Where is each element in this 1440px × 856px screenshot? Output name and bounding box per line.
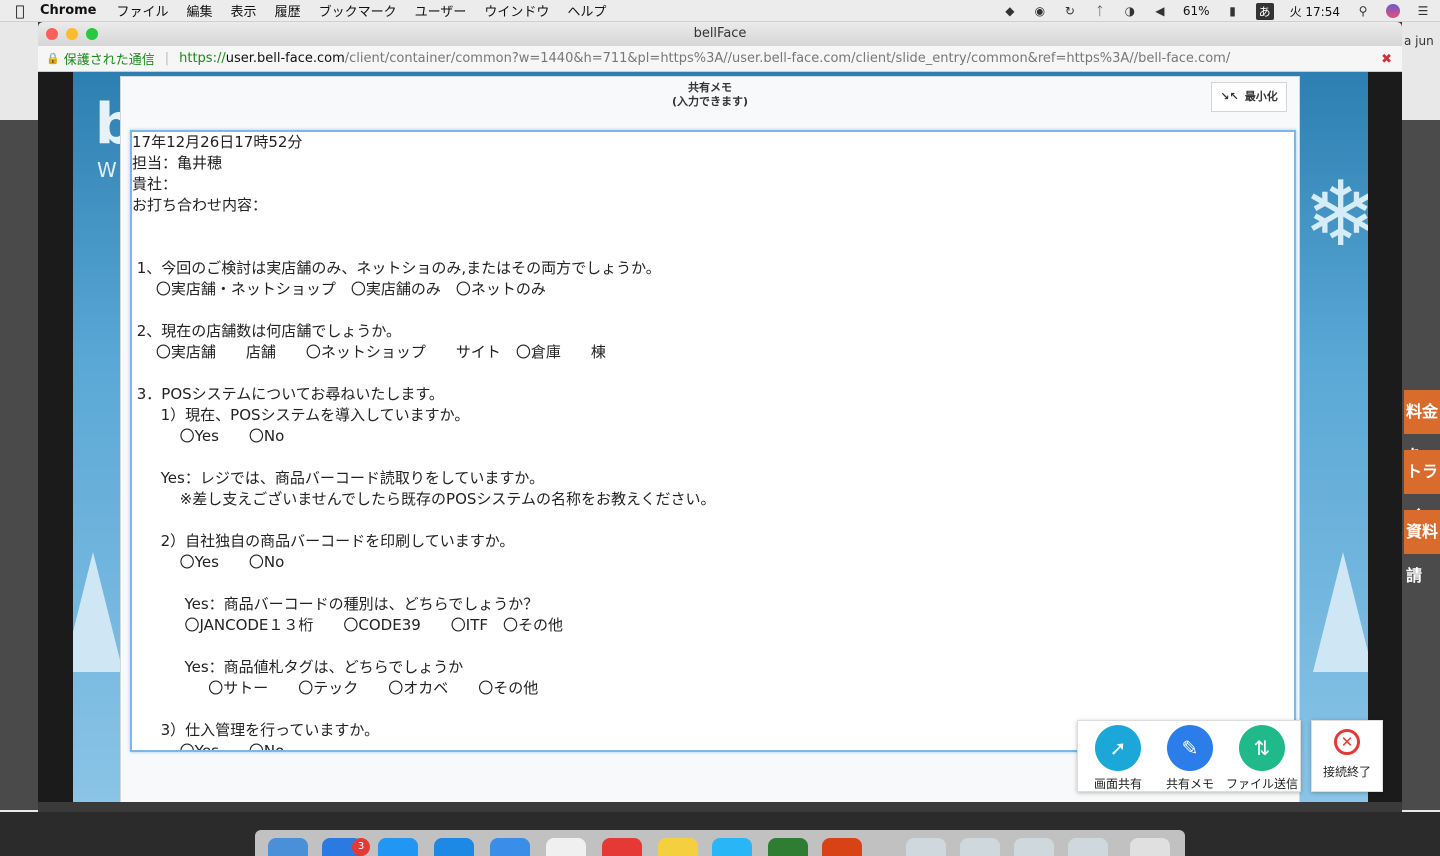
ime-indicator[interactable]: あ [1255,2,1274,20]
dock-window-thumb-4[interactable] [1068,838,1108,856]
minimize-icon: ↘↖ [1220,90,1239,103]
memo-title: 共有メモ [688,81,732,94]
screen-share-button[interactable]: ➚ 画面共有 [1082,725,1154,792]
shared-memo-label: 共有メモ [1165,777,1214,791]
url-scheme[interactable]: https:// [179,51,226,66]
dock-app-icon[interactable] [378,838,418,856]
dock-notes-icon[interactable] [658,838,698,856]
screen-share-label: 画面共有 [1093,777,1142,791]
menu-user[interactable]: ユーザー [415,1,467,20]
close-window-icon[interactable] [46,28,58,40]
minimize-window-icon[interactable] [66,28,78,40]
background-cta-trial: トライ [1404,450,1440,525]
bluetooth-icon[interactable]: ᛏ [1093,4,1107,18]
action-panel: ➚ 画面共有 ✎ 共有メモ ⇅ ファイル送信 [1077,720,1301,792]
menu-view[interactable]: 表示 [231,1,257,20]
wifi-icon[interactable]: ◑ [1123,4,1137,18]
background-welcome-letter: W [97,158,117,182]
url-path[interactable]: /client/container/common?w=1440&h=711&pl… [345,51,1230,66]
zoom-window-icon[interactable] [86,28,98,40]
window-title: bellFace [693,26,747,41]
url-host[interactable]: user.bell-face.com [226,51,345,66]
apple-icon[interactable]:  [0,2,40,20]
dock-trash-icon[interactable] [1130,838,1170,856]
siri-icon[interactable] [1386,4,1400,18]
address-separator: | [164,51,170,66]
menu-file[interactable]: ファイル [117,1,169,20]
dock-badge: 3 [352,838,370,856]
background-cta-pricing: 料金を [1404,390,1440,465]
dropbox-icon[interactable]: ◆ [1003,4,1017,18]
file-send-label: ファイル送信 [1226,777,1299,791]
volume-icon[interactable]: ◀ [1153,4,1167,18]
edit-icon: ✎ [1167,725,1213,771]
secure-connection-label[interactable]: 保護された通信 [64,49,155,68]
end-call-button[interactable]: ✕ 接続終了 [1311,720,1383,792]
memo-subtitle: (入力できます) [671,95,749,108]
close-circle-icon: ✕ [1334,729,1360,755]
dock-textedit-icon[interactable] [546,838,586,856]
menu-bar:  Chrome ファイル 編集 表示 履歴 ブックマーク ユーザー ウインドウ… [0,0,1440,22]
menu-history[interactable]: 履歴 [275,1,301,20]
notification-center-icon[interactable]: ☰ [1416,4,1430,18]
window-titlebar: bellFace [38,22,1402,46]
dock-window-thumb-3[interactable] [1014,838,1054,856]
decor-tree-left [73,552,123,672]
shared-memo-button[interactable]: ✎ 共有メモ [1154,725,1226,792]
dock-excel-icon[interactable] [768,838,808,856]
menu-help[interactable]: ヘルプ [567,1,606,20]
dock-window-thumb-1[interactable] [906,838,946,856]
dock-finder-icon[interactable] [268,838,308,856]
address-bar[interactable]: 🔒 保護された通信 | https:// user.bell-face.com … [38,46,1402,72]
dock-safari-icon[interactable] [490,838,530,856]
memo-text[interactable]: 17年12月26日17時52分 担当：亀井穂 貴社： お打ち合わせ内容： 1、今… [132,132,1294,750]
clock[interactable]: 火 17:54 [1290,3,1340,20]
menu-app-name[interactable]: Chrome [40,3,97,18]
end-call-label: 接続終了 [1322,765,1371,779]
file-transfer-icon: ⇅ [1239,725,1285,771]
time-machine-icon[interactable]: ↻ [1063,4,1077,18]
file-send-button[interactable]: ⇅ ファイル送信 [1226,725,1298,792]
memo-header: 共有メモ (入力できます) ↘↖ 最小化 [121,77,1299,121]
decor-tree-right [1313,552,1368,672]
menu-edit[interactable]: 編集 [187,1,213,20]
dock-window-thumb-2[interactable] [960,838,1000,856]
snowflake-icon: ❄ [1303,162,1368,267]
background-user-name: a jun [1404,34,1434,48]
menu-bookmarks[interactable]: ブックマーク [319,1,397,20]
spotlight-search-icon[interactable]: ⚲ [1356,4,1370,18]
dock-chrome-icon[interactable] [602,838,642,856]
headphones-icon[interactable]: ◉ [1033,4,1047,18]
dock-app2-icon[interactable] [712,838,752,856]
menu-window[interactable]: ウインドウ [484,1,549,20]
shared-memo-modal: 共有メモ (入力できます) ↘↖ 最小化 17年12月26日17時52分 担当：… [120,76,1300,802]
minimize-label: 最小化 [1244,90,1278,103]
browser-window: bellFace 🔒 保護された通信 | https:// user.bell-… [38,22,1402,802]
background-page-left [0,120,38,810]
dock-app3-icon[interactable] [822,838,862,856]
lock-icon[interactable]: 🔒 [46,52,60,65]
cursor-icon: ➚ [1095,725,1141,771]
battery-percent[interactable]: 61% [1183,4,1210,18]
battery-icon[interactable]: ▮ [1226,4,1240,18]
extension-icon[interactable]: ✖ [1381,52,1392,67]
background-cta-docs: 資料請 [1404,510,1440,585]
minimize-button[interactable]: ↘↖ 最小化 [1211,82,1287,112]
dock-messenger-icon[interactable] [434,838,474,856]
memo-textarea[interactable]: 17年12月26日17時52分 担当：亀井穂 貴社： お打ち合わせ内容： 1、今… [130,130,1296,752]
